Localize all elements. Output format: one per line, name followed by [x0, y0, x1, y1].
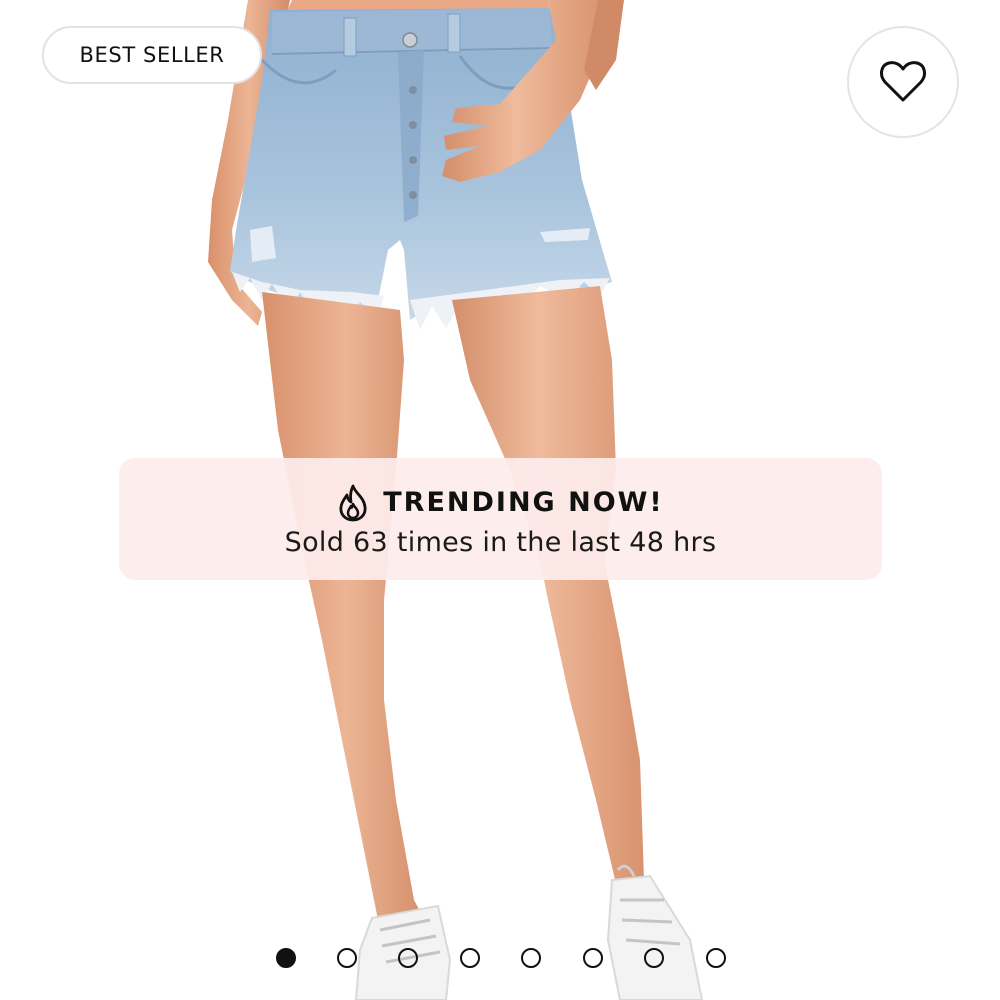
- pagination-dot[interactable]: [398, 948, 418, 968]
- pagination-dot[interactable]: [706, 948, 726, 968]
- flame-icon: [339, 484, 367, 521]
- best-seller-badge: BEST SELLER: [42, 26, 262, 84]
- trending-subtitle: Sold 63 times in the last 48 hrs: [284, 526, 717, 558]
- pagination-dot[interactable]: [521, 948, 541, 968]
- pagination-dot[interactable]: [644, 948, 664, 968]
- pagination-dot[interactable]: [337, 948, 357, 968]
- product-image-gallery[interactable]: BEST SELLER TRENDING NOW! Sold 63 times …: [0, 0, 1000, 1000]
- pagination-dot[interactable]: [460, 948, 480, 968]
- pagination-dot[interactable]: [583, 948, 603, 968]
- heart-outline-icon: [880, 61, 926, 102]
- trending-title: TRENDING NOW!: [383, 487, 664, 518]
- gallery-pagination: [0, 948, 1000, 972]
- favorite-button[interactable]: [847, 26, 959, 138]
- trending-banner: TRENDING NOW! Sold 63 times in the last …: [119, 458, 882, 580]
- pagination-dot[interactable]: [276, 948, 296, 968]
- best-seller-label: BEST SELLER: [79, 43, 225, 67]
- trending-header: TRENDING NOW!: [337, 481, 664, 525]
